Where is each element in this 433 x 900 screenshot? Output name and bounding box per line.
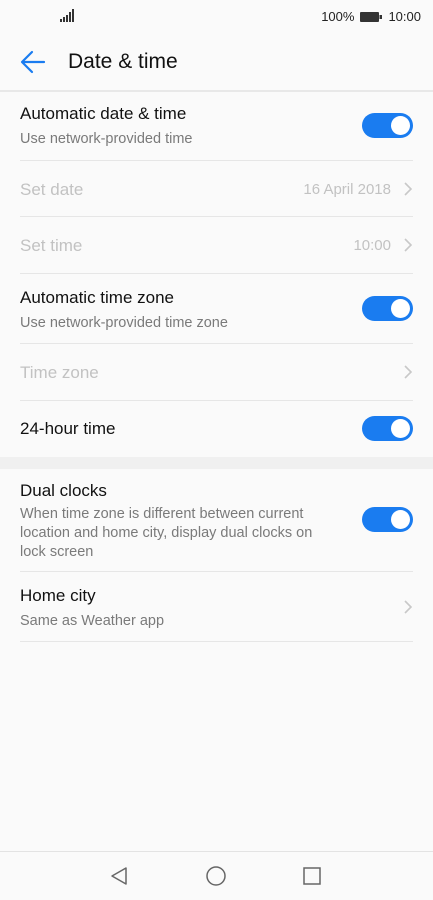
setting-title: Automatic time zone xyxy=(20,288,175,307)
status-right: 100% 10:00 xyxy=(321,9,421,24)
24-hour-time-toggle[interactable] xyxy=(362,416,413,441)
setting-automatic-time-zone[interactable]: Automatic time zone Use network-provided… xyxy=(20,274,413,344)
battery-percent: 100% xyxy=(321,9,355,24)
setting-title: 24-hour time xyxy=(20,419,116,438)
dual-clocks-toggle[interactable] xyxy=(362,507,413,532)
home-circle-icon[interactable] xyxy=(205,865,227,887)
section-divider xyxy=(0,457,433,469)
automatic-date-time-toggle[interactable] xyxy=(362,113,413,138)
setting-time-zone: Time zone xyxy=(20,344,413,401)
setting-value: 10:00 xyxy=(353,237,391,254)
navigation-bar xyxy=(0,851,433,900)
toggle-knob xyxy=(391,116,410,135)
setting-subtitle: When time zone is different between curr… xyxy=(20,506,313,560)
signal-icon xyxy=(60,9,74,22)
status-bar: 100% 10:00 xyxy=(0,0,433,34)
setting-subtitle: Use network-provided time zone xyxy=(20,315,228,331)
setting-automatic-date-time[interactable]: Automatic date & time Use network-provid… xyxy=(20,92,413,161)
status-time: 10:00 xyxy=(388,9,421,24)
recents-square-icon[interactable] xyxy=(301,865,323,887)
setting-dual-clocks[interactable]: Dual clocks When time zone is different … xyxy=(20,469,413,572)
chevron-right-icon xyxy=(404,365,413,379)
setting-title: Set time xyxy=(20,236,83,255)
setting-set-date: Set date 16 April 2018 xyxy=(20,161,413,217)
setting-value: 16 April 2018 xyxy=(303,181,391,198)
setting-title: Dual clocks xyxy=(20,481,107,500)
back-triangle-icon[interactable] xyxy=(108,865,130,887)
chevron-right-icon xyxy=(404,600,413,614)
toggle-knob xyxy=(391,419,410,438)
toggle-knob xyxy=(391,299,410,318)
chevron-right-icon xyxy=(404,238,413,252)
chevron-right-icon xyxy=(404,182,413,196)
app-bar: Date & time xyxy=(0,34,433,92)
setting-set-time: Set time 10:00 xyxy=(20,217,413,274)
setting-title: Set date xyxy=(20,180,84,199)
automatic-time-zone-toggle[interactable] xyxy=(362,296,413,321)
back-arrow-icon[interactable] xyxy=(20,50,46,74)
battery-icon xyxy=(360,11,383,22)
setting-title: Home city xyxy=(20,586,96,605)
setting-subtitle: Same as Weather app xyxy=(20,613,165,629)
toggle-knob xyxy=(391,510,410,529)
setting-title: Time zone xyxy=(20,363,99,382)
setting-24-hour-time[interactable]: 24-hour time xyxy=(20,401,413,457)
page-title: Date & time xyxy=(68,50,178,73)
setting-title: Automatic date & time xyxy=(20,104,187,123)
setting-subtitle: Use network-provided time xyxy=(20,131,193,147)
settings-list: Automatic date & time Use network-provid… xyxy=(0,92,433,642)
setting-home-city[interactable]: Home city Same as Weather app xyxy=(20,572,413,642)
